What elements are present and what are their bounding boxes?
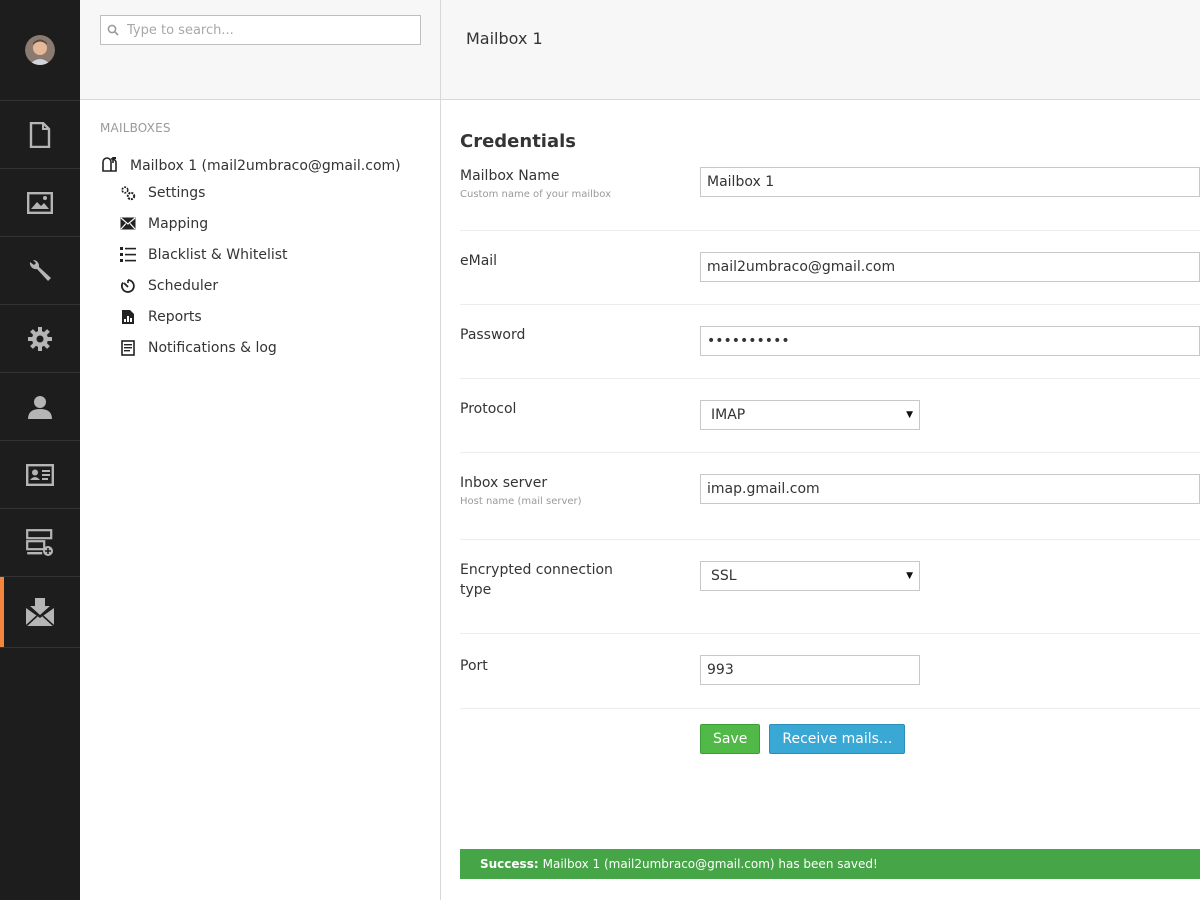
- tree-panel: MAILBOXES Mailbox 1 (mail2umbraco@gmail.…: [80, 0, 441, 900]
- list-icon: [119, 247, 136, 262]
- email-row: eMail: [460, 231, 1200, 305]
- members-section[interactable]: [0, 441, 80, 509]
- protocol-row: Protocol IMAP ▼: [460, 379, 1200, 453]
- mailbox-name-input[interactable]: [700, 167, 1200, 197]
- notification-strong: Success:: [480, 857, 539, 871]
- developer-section[interactable]: [0, 237, 80, 305]
- section-heading: Credentials: [460, 131, 577, 152]
- content-section[interactable]: [0, 101, 80, 169]
- encryption-select[interactable]: SSL ▼: [700, 561, 920, 591]
- tree-item-label: Blacklist & Whitelist: [148, 246, 288, 263]
- tree-section-title: MAILBOXES: [100, 121, 171, 135]
- chevron-down-icon: ▼: [906, 410, 913, 420]
- inbox-server-label: Inbox server: [460, 475, 548, 491]
- inbox-server-desc: Host name (mail server): [460, 496, 582, 507]
- forms-icon: [26, 528, 54, 557]
- tree-item-settings[interactable]: Settings: [119, 177, 440, 208]
- port-label: Port: [460, 658, 488, 674]
- tree-item-scheduler[interactable]: Scheduler: [119, 270, 440, 301]
- search-area: [80, 0, 440, 100]
- forms-section[interactable]: [0, 509, 80, 577]
- content-icon: [29, 121, 51, 148]
- mailbox-name-row: Mailbox Name Custom name of your mailbox: [460, 166, 1200, 231]
- mailbox-name-label: Mailbox Name: [460, 168, 560, 184]
- form-actions: Save Receive mails...: [700, 724, 1200, 754]
- cogs-icon: [119, 185, 136, 201]
- users-section[interactable]: [0, 373, 80, 441]
- tree-item-reports[interactable]: Reports: [119, 301, 440, 332]
- port-input[interactable]: [700, 655, 920, 685]
- tree-item-label: Reports: [148, 308, 202, 325]
- tree-item-notifications-log[interactable]: Notifications & log: [119, 332, 440, 363]
- search-icon: [107, 21, 119, 40]
- developer-icon: [27, 258, 53, 284]
- settings-icon: [27, 326, 53, 352]
- envelope-icon: [119, 217, 136, 230]
- tree-item-label: Notifications & log: [148, 339, 277, 356]
- search-input[interactable]: [127, 22, 407, 38]
- receive-mails-button[interactable]: Receive mails...: [769, 724, 906, 754]
- mail-download-icon: [24, 596, 56, 628]
- avatar[interactable]: [25, 35, 55, 65]
- members-icon: [26, 463, 54, 486]
- email-input[interactable]: [700, 252, 1200, 282]
- editor-content: Credentials Mailbox Name Custom name of …: [441, 100, 1200, 754]
- protocol-label: Protocol: [460, 401, 517, 417]
- settings-section[interactable]: [0, 305, 80, 373]
- save-button[interactable]: Save: [700, 724, 761, 754]
- password-input[interactable]: [700, 326, 1200, 356]
- encryption-selected-value: SSL: [711, 568, 737, 584]
- search-box[interactable]: [100, 15, 421, 45]
- log-icon: [119, 339, 136, 356]
- email-label: eMail: [460, 253, 498, 269]
- tree-children: Settings Mapping Blacklist & Whitelist S…: [80, 177, 440, 363]
- tree-item-mapping[interactable]: Mapping: [119, 208, 440, 239]
- mail-section[interactable]: [0, 577, 80, 648]
- encryption-row: Encrypted connection type SSL ▼: [460, 540, 1200, 634]
- tree-item-label: Settings: [148, 184, 206, 201]
- timer-icon: [119, 278, 136, 294]
- media-icon: [27, 191, 53, 214]
- password-row: Password: [460, 305, 1200, 379]
- chevron-down-icon: ▼: [906, 571, 913, 581]
- protocol-select[interactable]: IMAP ▼: [700, 400, 920, 430]
- protocol-selected-value: IMAP: [711, 407, 746, 423]
- user-avatar-area: [0, 0, 80, 101]
- port-row: Port: [460, 634, 1200, 709]
- editor-header: Mailbox 1: [441, 0, 1200, 100]
- main-panel: Mailbox 1 Credentials Mailbox Name Custo…: [441, 0, 1200, 900]
- users-icon: [27, 394, 53, 420]
- mailbox-name-desc: Custom name of your mailbox: [460, 189, 612, 200]
- inbox-server-row: Inbox server Host name (mail server): [460, 453, 1200, 540]
- password-label: Password: [460, 327, 526, 343]
- tree-item-label: Mailbox 1 (mail2umbraco@gmail.com): [130, 158, 401, 174]
- success-notification: Success: Mailbox 1 (mail2umbraco@gmail.c…: [460, 849, 1200, 879]
- inbox-server-input[interactable]: [700, 474, 1200, 504]
- tree-item-label: Scheduler: [148, 277, 219, 294]
- mailbox-icon: [101, 156, 118, 176]
- media-section[interactable]: [0, 169, 80, 237]
- tree-item-blacklist-whitelist[interactable]: Blacklist & Whitelist: [119, 239, 440, 270]
- app-sections-rail: [0, 0, 80, 900]
- tree-item-label: Mapping: [148, 215, 209, 232]
- report-icon: [119, 309, 136, 325]
- tree-item-mailbox-1[interactable]: Mailbox 1 (mail2umbraco@gmail.com): [101, 155, 440, 177]
- encryption-label: Encrypted connection type: [460, 562, 613, 598]
- page-title: Mailbox 1: [466, 29, 543, 48]
- notification-text: Mailbox 1 (mail2umbraco@gmail.com) has b…: [542, 857, 878, 871]
